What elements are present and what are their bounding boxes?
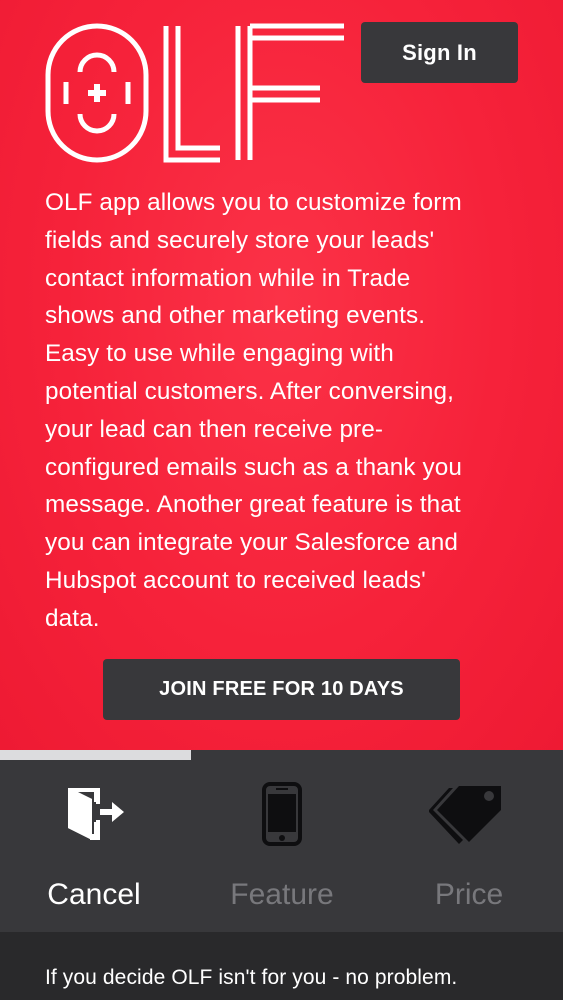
tab-cancel-label: Cancel [47, 878, 141, 911]
tab-feature-label: Feature [230, 878, 334, 911]
description-line: you can integrate your Salesforce and [45, 529, 458, 557]
description-line: potential customers. After conversing, [45, 377, 454, 405]
smartphone-icon [262, 782, 302, 846]
description-line: shows and other marketing events. [45, 302, 426, 330]
olf-logo [45, 23, 344, 163]
description-line: Hubspot account to received leads' [45, 566, 426, 594]
bottom-tab-bar: Cancel Feature Price [0, 760, 563, 932]
exit-door-icon [68, 788, 124, 840]
footer-message: If you decide OLF isn't for you - no pro… [45, 966, 458, 989]
description-line: your lead can then receive pre- [45, 415, 384, 443]
hero-section: Sign In OLF app allows you to customize … [0, 0, 563, 750]
description-line: contact information while in Trade [45, 264, 411, 292]
description-line: message. Another great feature is that [45, 491, 461, 519]
tab-price-label: Price [434, 878, 504, 911]
price-tags-icon [429, 786, 501, 844]
tab-cancel[interactable]: Cancel [0, 760, 188, 932]
description-line: data. [45, 604, 100, 632]
sign-in-button[interactable]: Sign In [361, 22, 518, 83]
progress-bar-fill [0, 750, 192, 760]
tab-feature[interactable]: Feature [188, 760, 376, 932]
description-line: Easy to use while engaging with [45, 340, 394, 368]
description-line: fields and securely store your leads' [45, 226, 435, 254]
progress-bar [0, 750, 563, 760]
tab-price[interactable]: Price [375, 760, 563, 932]
app-description: OLF app allows you to customize form fie… [45, 184, 525, 638]
footer-bar: If you decide OLF isn't for you - no pro… [0, 932, 563, 1000]
join-free-button[interactable]: JOIN FREE FOR 10 DAYS [103, 659, 460, 720]
description-line: configured emails such as a thank you [45, 453, 462, 481]
description-line: OLF app allows you to customize form [45, 189, 462, 216]
